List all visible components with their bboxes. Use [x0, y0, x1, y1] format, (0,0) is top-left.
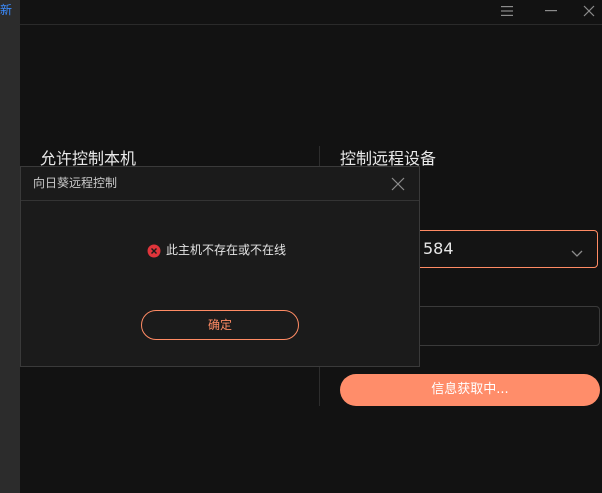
app-window: 新 允许控制本机 控制远程设备 584 信息获取中... 向日葵远程控制 此主机… — [0, 0, 602, 493]
window-close-button[interactable] — [576, 0, 602, 22]
chevron-down-icon — [571, 243, 583, 262]
minimize-button[interactable] — [538, 0, 564, 22]
dialog-message: 此主机不存在或不在线 — [147, 242, 286, 258]
minimize-icon — [545, 10, 557, 12]
dialog-message-text: 此主机不存在或不在线 — [166, 243, 287, 257]
error-dialog: 向日葵远程控制 此主机不存在或不在线 确定 — [20, 166, 420, 367]
hamburger-icon — [501, 6, 513, 16]
close-icon — [583, 5, 595, 17]
confirm-button[interactable]: 确定 — [141, 310, 299, 340]
dialog-title: 向日葵远程控制 — [33, 176, 118, 190]
device-id-value: 584 — [423, 239, 454, 258]
dialog-close-button[interactable] — [391, 176, 405, 191]
new-tab-label[interactable]: 新 — [0, 2, 20, 18]
connect-button[interactable]: 信息获取中... — [340, 374, 600, 406]
dialog-header: 向日葵远程控制 — [21, 167, 419, 201]
menu-button[interactable] — [494, 0, 520, 22]
close-icon — [391, 177, 405, 191]
window-titlebar — [20, 0, 602, 25]
left-sidebar: 新 — [0, 0, 20, 493]
error-circle-icon — [147, 243, 161, 258]
